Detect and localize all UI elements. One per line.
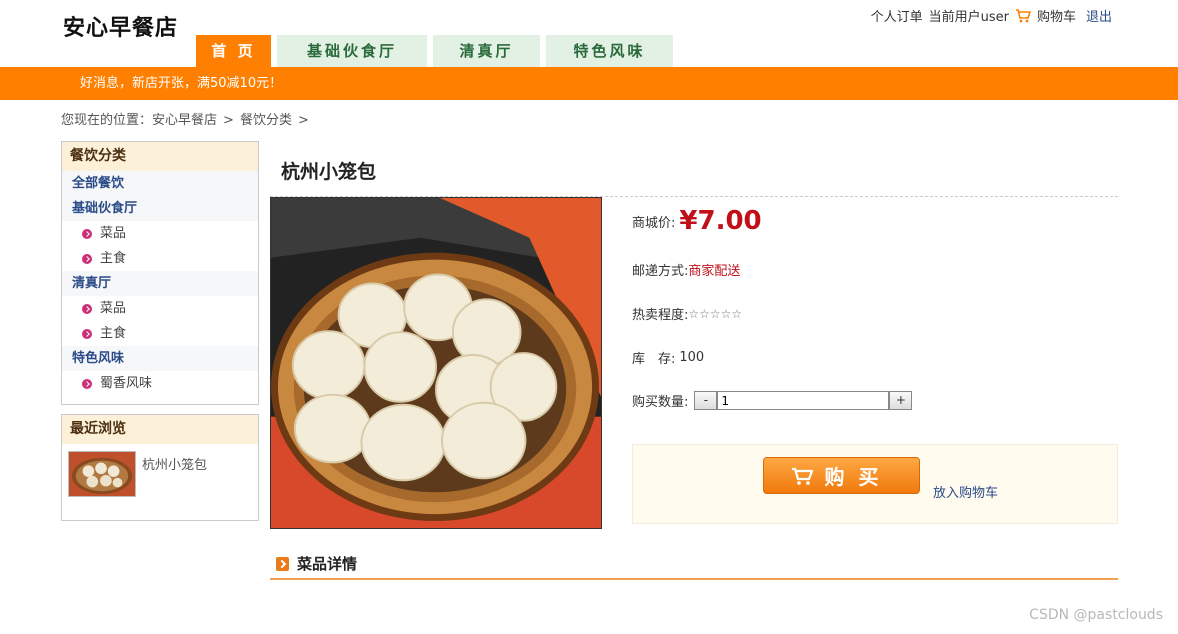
subcategory-item[interactable]: 菜品	[62, 221, 258, 246]
category-halal-hall[interactable]: 清真厅	[62, 271, 258, 296]
bullet-icon	[82, 253, 92, 264]
bullet-icon	[82, 303, 92, 314]
category-panel: 餐饮分类 全部餐饮 基础伙食厅 菜品 主食 清真厅 菜品 主食 特色风味 蜀香风…	[61, 141, 259, 405]
breadcrumb-category[interactable]: 餐饮分类	[240, 113, 292, 128]
popularity-label: 热卖程度:	[632, 308, 689, 323]
bullet-icon	[82, 228, 92, 239]
tab-home[interactable]: 首 页	[196, 35, 271, 68]
recent-item-thumbnail[interactable]	[68, 451, 136, 497]
stock-label: 库 存:	[632, 352, 676, 367]
tab-halal-hall[interactable]: 清真厅	[433, 35, 540, 68]
subcategory-item[interactable]: 菜品	[62, 296, 258, 321]
shipping-label: 邮递方式:	[632, 264, 689, 279]
subcategory-label: 主食	[100, 326, 127, 341]
quantity-minus-button[interactable]: -	[694, 391, 718, 410]
quantity-row: 购买数量: - +	[632, 391, 913, 410]
price-label: 商城价:	[632, 215, 676, 231]
cart-icon[interactable]	[1015, 8, 1031, 23]
shipping-row: 邮递方式: 商家配送	[632, 260, 740, 279]
my-orders-link[interactable]: 个人订单	[871, 6, 923, 25]
cart-icon	[791, 467, 813, 485]
popularity-stars: ☆☆☆☆☆	[688, 306, 743, 321]
subcategory-label: 菜品	[100, 226, 127, 241]
subcategory-item[interactable]: 主食	[62, 246, 258, 271]
add-to-cart-link[interactable]: 放入购物车	[933, 482, 998, 501]
details-header: 菜品详情	[276, 553, 357, 574]
product-title: 杭州小笼包	[281, 161, 377, 183]
tab-basic-hall[interactable]: 基础伙食厅	[277, 35, 427, 68]
subcategory-label: 蜀香风味	[100, 376, 153, 391]
quantity-label: 购买数量:	[632, 395, 689, 410]
subcategory-label: 菜品	[100, 301, 127, 316]
price-value: ¥7.00	[679, 206, 762, 236]
top-links: 个人订单 当前用户user 购物车 退出	[871, 6, 1112, 25]
promo-banner: 好消息，新店开张，满50减10元！	[0, 67, 1178, 100]
stock-value: 100	[679, 350, 705, 365]
arrow-icon	[276, 556, 289, 571]
subcategory-item[interactable]: 蜀香风味	[62, 371, 258, 396]
breadcrumb-home[interactable]: 安心早餐店	[152, 113, 217, 128]
category-special-flavor[interactable]: 特色风味	[62, 346, 258, 371]
details-title: 菜品详情	[297, 555, 358, 573]
shipping-value: 商家配送	[688, 264, 741, 279]
breadcrumb-separator: >	[297, 113, 309, 128]
details-divider	[270, 578, 1118, 580]
bullet-icon	[82, 378, 92, 389]
bullet-icon	[82, 328, 92, 339]
breadcrumb-prefix: 您现在的位置：	[61, 113, 153, 128]
stock-row: 库 存: 100	[632, 348, 704, 367]
buy-button-label: 购买	[824, 465, 893, 489]
product-image	[270, 197, 602, 529]
breadcrumb-separator: >	[223, 113, 234, 128]
recent-item[interactable]: 杭州小笼包	[62, 444, 258, 504]
subcategory-item[interactable]: 主食	[62, 321, 258, 346]
breadcrumb: 您现在的位置：安心早餐店 > 餐饮分类 >	[61, 109, 315, 128]
store-logo[interactable]: 安心早餐店	[63, 10, 178, 42]
tab-special-flavor[interactable]: 特色风味	[546, 35, 673, 68]
main-nav: 首 页 基础伙食厅 清真厅 特色风味	[196, 35, 673, 68]
logout-link[interactable]: 退出	[1086, 6, 1112, 25]
quantity-input[interactable]	[717, 391, 890, 410]
watermark: CSDN @pastclouds	[1029, 607, 1163, 623]
quantity-plus-button[interactable]: +	[889, 391, 913, 410]
popularity-row: 热卖程度: ☆☆☆☆☆	[632, 304, 743, 324]
buy-area: 购买 放入购物车	[632, 444, 1118, 524]
category-panel-title: 餐饮分类	[62, 142, 258, 171]
recent-panel: 最近浏览 杭州小笼包	[61, 414, 259, 521]
recent-item-name[interactable]: 杭州小笼包	[142, 454, 207, 497]
category-basic-hall[interactable]: 基础伙食厅	[62, 196, 258, 221]
price-row: 商城价: ¥7.00	[632, 206, 762, 236]
current-user-label: 当前用户user	[928, 10, 1009, 25]
cart-link[interactable]: 购物车	[1037, 6, 1076, 25]
recent-panel-title: 最近浏览	[62, 415, 258, 444]
buy-button[interactable]: 购买	[763, 457, 920, 494]
category-all[interactable]: 全部餐饮	[62, 171, 258, 196]
subcategory-label: 主食	[100, 251, 127, 266]
